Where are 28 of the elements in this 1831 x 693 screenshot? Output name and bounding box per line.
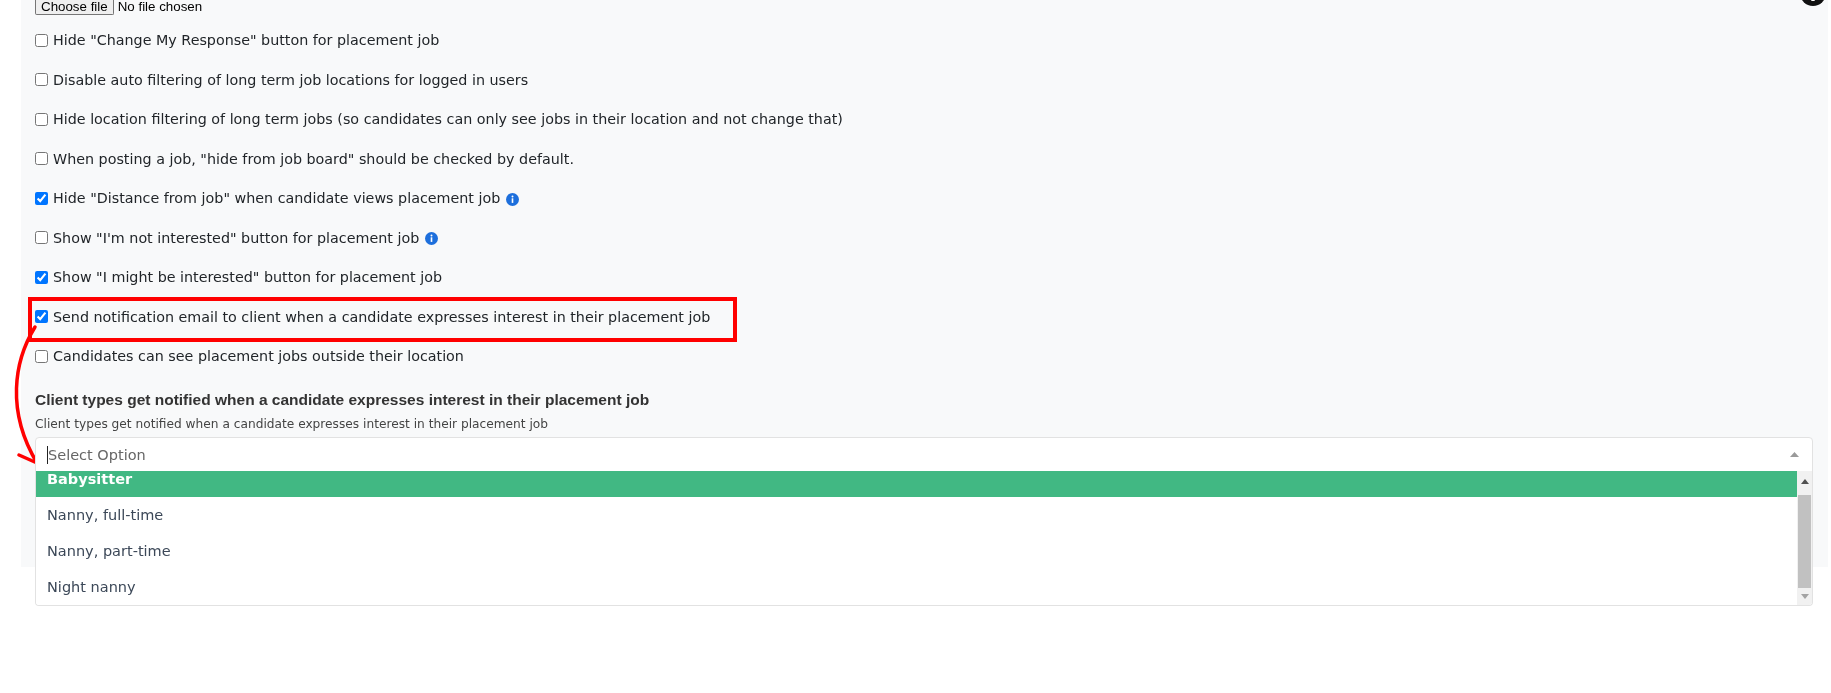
checkbox-label: Send notification email to client when a candidate expresses interest in their placement job bbox=[53, 307, 711, 327]
scroll-up-icon[interactable] bbox=[1800, 478, 1809, 484]
choose-file-button[interactable]: Choose file bbox=[35, 0, 114, 15]
section-title: Client types get notified when a candidate expresses interest in their placement job bbox=[35, 390, 651, 410]
help-text: Client types get notified when a candidate expresses interest in their placement job bbox=[35, 416, 550, 432]
checkbox[interactable] bbox=[35, 231, 48, 244]
checkbox-label: Hide location filtering of long term jobs (so candidates can only see jobs in their location and not change that) bbox=[53, 110, 843, 129]
checkbox[interactable] bbox=[35, 33, 48, 47]
caret-icon[interactable] bbox=[1790, 452, 1799, 457]
checkbox[interactable] bbox=[35, 112, 48, 126]
checkbox[interactable] bbox=[35, 152, 48, 165]
checkbox-label: When posting a job, "hide from job board" should be checked by default. bbox=[53, 149, 574, 169]
file-status-text: No file chosen bbox=[117, 0, 203, 14]
checkbox-label: Show "I might be interested" button for placement job bbox=[53, 268, 442, 287]
checkbox[interactable] bbox=[35, 73, 48, 86]
checkbox-label: Disable auto filtering of long term job locations for logged in users bbox=[53, 70, 529, 90]
checkbox[interactable] bbox=[35, 349, 48, 363]
info-icon[interactable] bbox=[506, 192, 520, 206]
scrollbar-thumb[interactable] bbox=[1798, 495, 1811, 588]
checkbox[interactable] bbox=[35, 270, 48, 284]
checkbox-label: Show "I'm not interested" button for placement job bbox=[53, 228, 420, 248]
checkbox[interactable] bbox=[35, 191, 48, 205]
checkbox-label: Candidates can see placement jobs outside their location bbox=[53, 347, 464, 366]
checkbox-label: Hide "Distance from job" when candidate views placement job bbox=[53, 189, 501, 208]
checkbox-label: Hide "Change My Response" button for placement job bbox=[53, 31, 440, 50]
select-field[interactable]: Select Option bbox=[35, 437, 1813, 472]
checkbox[interactable] bbox=[35, 310, 48, 323]
info-icon[interactable] bbox=[425, 232, 439, 245]
